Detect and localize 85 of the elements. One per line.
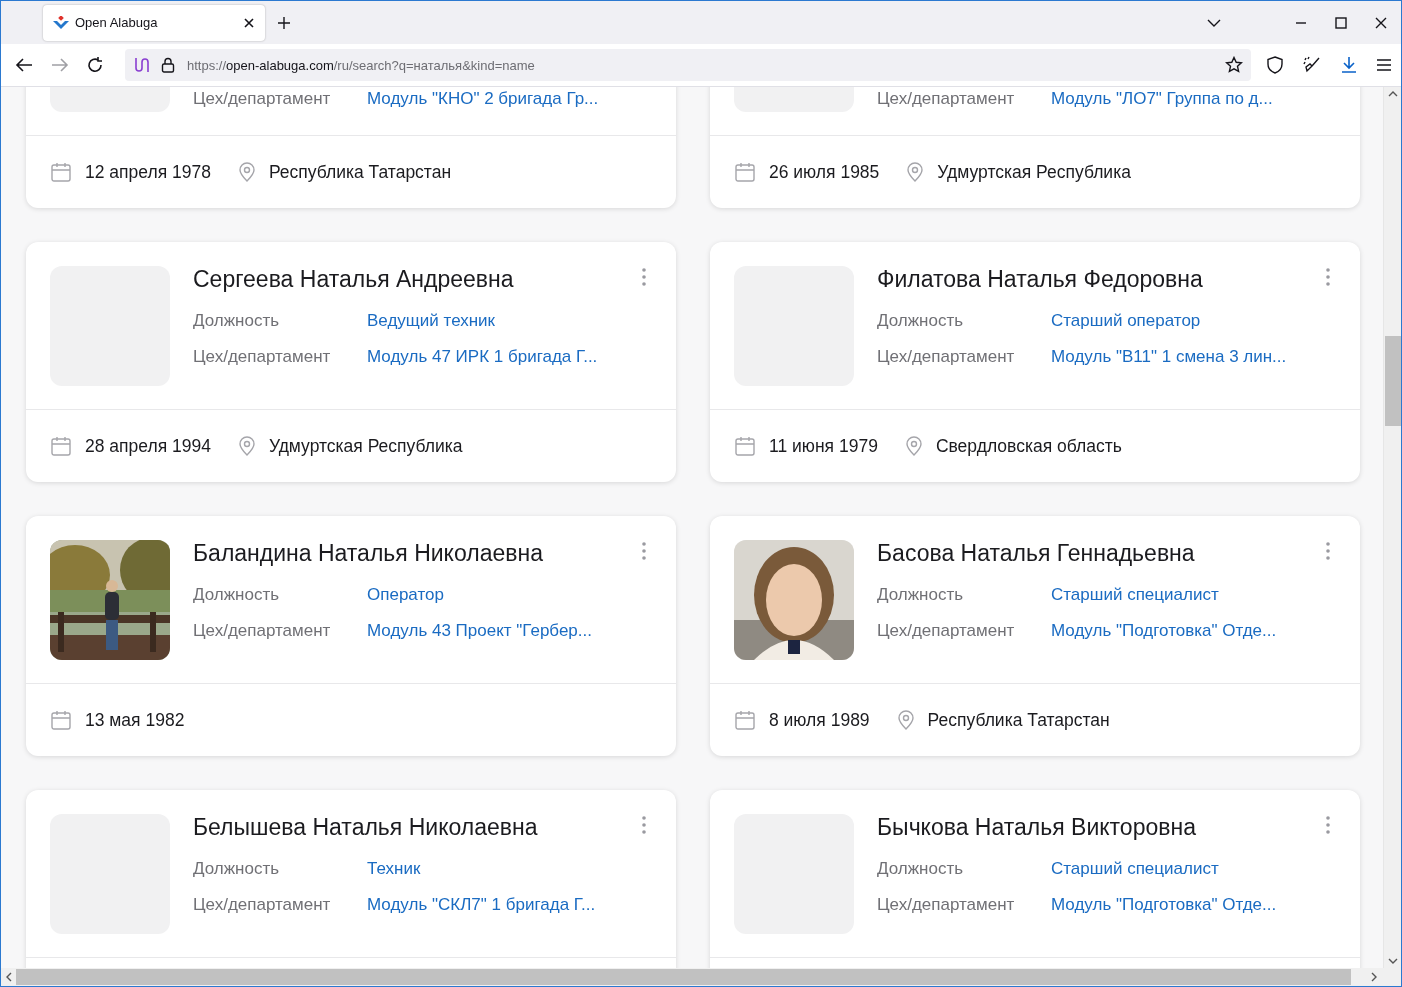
broom-icon[interactable] [1303,56,1321,74]
person-name[interactable]: Сергеева Наталья Андреевна [193,266,598,300]
url-text: https://open-alabuga.com/ru/search?q=наталья&kind=name [187,57,535,73]
field-label: Должность [877,858,965,879]
calendar-icon [735,710,755,730]
field-label: Цех/департамент [877,346,1016,367]
field-label: Должность [193,310,281,331]
field-label: Должность [193,584,281,605]
location-pin-icon [907,162,924,182]
position-link[interactable]: Старший специалист [1051,858,1219,879]
birth-date: 12 апреля 1978 [85,161,211,183]
more-icon[interactable] [1326,816,1330,834]
location-text: Республика Татарстан [927,709,1110,731]
birth-date: 11 июня 1979 [769,435,878,457]
field-label: Цех/департамент [877,620,1016,641]
browser-tab[interactable]: Open Alabuga [43,4,265,41]
department-link[interactable]: Модуль 43 Проект "Гербер... [367,620,592,641]
field-label: Цех/департамент [877,894,1016,915]
birth-date: 26 июля 1985 [769,161,880,183]
scroll-up-icon[interactable] [1387,91,1398,97]
department-link[interactable]: Модуль "КНО" 2 бригада Гр... [367,88,599,109]
calendar-icon [735,436,755,456]
position-link[interactable]: Техник [367,858,421,879]
field-label: Должность [877,310,965,331]
more-icon[interactable] [642,542,646,560]
more-icon[interactable] [1326,542,1330,560]
more-icon[interactable] [1326,268,1330,286]
calendar-icon [51,436,71,456]
location-text: Свердловская область [935,435,1122,457]
location-text: Республика Татарстан [268,161,452,183]
department-link[interactable]: Модуль "Подготовка" Отде... [1051,620,1277,641]
address-bar[interactable]: https://open-alabuga.com/ru/search?q=наталья&kind=name [125,49,1251,81]
calendar-icon [735,162,755,182]
star-icon[interactable] [1225,56,1243,74]
calendar-icon [51,710,71,730]
field-label: Цех/департамент [193,88,332,109]
dropdown-icon[interactable] [1207,18,1221,27]
logo-icon [53,15,69,30]
person-name[interactable]: Филатова Наталья Федоровна [877,266,1287,300]
position-link[interactable]: Оператор [367,584,444,605]
location-pin-icon [897,710,914,730]
position-link[interactable]: Ведущий техник [367,310,496,331]
birth-date: 28 апреля 1994 [85,435,211,457]
close-icon[interactable] [243,16,255,29]
department-link[interactable]: Модуль "Подготовка" Отде... [1051,894,1277,915]
field-label: Цех/департамент [193,894,332,915]
shield-icon[interactable] [1267,56,1283,74]
field-label: Цех/департамент [877,88,1016,109]
location-pin-icon [238,162,255,182]
department-link[interactable]: Модуль 47 ИРК 1 бригада Г... [367,346,598,367]
person-name[interactable]: Баландина Наталья Николаевна [193,540,592,574]
location-pin-icon [905,436,922,456]
position-link[interactable]: Старший специалист [1051,584,1219,605]
position-link[interactable]: Старший оператор [1051,310,1201,331]
calendar-icon [51,162,71,182]
field-label: Должность [193,858,281,879]
birth-date: 8 июля 1989 [769,709,870,731]
maximize-icon[interactable] [1335,16,1347,29]
person-name[interactable]: Белышева Наталья Николаевна [193,814,596,848]
location-pin-icon [238,436,255,456]
scroll-down-icon[interactable] [1387,958,1398,964]
person-name[interactable]: Басова Наталья Геннадьевна [877,540,1277,574]
scroll-right-icon[interactable] [1371,972,1377,982]
field-label: Должность [877,584,965,605]
field-label: Цех/департамент [193,620,332,641]
location-text: Удмуртская Республика [268,435,463,457]
close-icon[interactable] [1375,16,1387,29]
forward-icon [51,57,69,73]
scroll-left-icon[interactable] [6,972,12,982]
field-label: Цех/департамент [193,346,332,367]
permissions-icon[interactable] [133,56,149,74]
birth-date: 13 мая 1982 [85,709,185,731]
more-icon[interactable] [642,268,646,286]
download-icon[interactable] [1341,56,1357,74]
department-link[interactable]: Модуль "СКЛ7" 1 бригада Г... [367,894,596,915]
person-name[interactable]: Бычкова Наталья Викторовна [877,814,1277,848]
menu-icon[interactable] [1377,59,1391,71]
department-link[interactable]: Модуль "B11" 1 смена 3 лин... [1051,346,1287,367]
more-icon[interactable] [642,816,646,834]
location-text: Удмуртская Республика [937,161,1131,183]
reload-icon[interactable] [87,57,103,73]
new-tab-icon[interactable] [277,15,291,30]
back-icon[interactable] [15,57,33,73]
department-link[interactable]: Модуль "ЛО7" Группа по д... [1051,88,1273,109]
lock-icon[interactable] [161,57,175,73]
